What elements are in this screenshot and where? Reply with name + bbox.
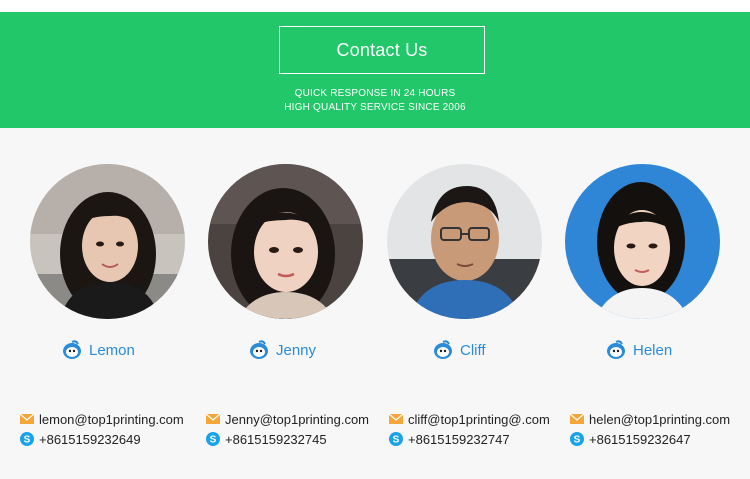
contact-us-button[interactable]: Contact Us [279, 26, 485, 74]
avatar-helen [565, 164, 720, 319]
skype-icon: S [20, 432, 34, 446]
contact-name-label: Lemon [89, 341, 135, 359]
qq-penguin-icon [63, 340, 81, 359]
skype-number[interactable]: +8615159232745 [225, 432, 327, 447]
svg-text:S: S [574, 435, 581, 446]
email-line[interactable]: Jenny@top1printing.com [205, 409, 369, 429]
avatar-lemon [30, 164, 185, 319]
contact-name-label: Helen [633, 341, 673, 359]
qq-penguin-icon [607, 340, 625, 359]
contact-name-label: Jenny [276, 341, 317, 359]
avatar-jenny [208, 164, 363, 319]
skype-icon: S [206, 432, 220, 446]
email-text[interactable]: Jenny@top1printing.com [225, 412, 369, 427]
contact-info-jenny: Jenny@top1printing.com S +8615159232745 [205, 409, 369, 449]
skype-line[interactable]: S +8615159232745 [205, 429, 369, 449]
svg-text:S: S [210, 435, 217, 446]
contact-name-jenny[interactable]: Jenny [248, 338, 316, 362]
contact-name-label: Cliff [460, 341, 486, 359]
contact-info-cliff: cliff@top1printing@.com S +8615159232747 [388, 409, 550, 449]
contacts-area: Lemon Jenny Cliff Helen lemon@top1printi… [0, 128, 750, 479]
contact-info-helen: helen@top1printing.com S +8615159232647 [569, 409, 730, 449]
skype-line[interactable]: S +8615159232747 [388, 429, 550, 449]
skype-number[interactable]: +8615159232647 [589, 432, 691, 447]
avatar-cliff [387, 164, 542, 319]
skype-line[interactable]: S +8615159232649 [19, 429, 184, 449]
tagline-service: HIGH QUALITY SERVICE SINCE 2006 [284, 102, 466, 113]
svg-text:S: S [24, 435, 31, 446]
contact-name-lemon[interactable]: Lemon [61, 338, 135, 362]
email-line[interactable]: lemon@top1printing.com [19, 409, 184, 429]
envelope-icon [569, 413, 585, 424]
tagline-response: QUICK RESPONSE IN 24 HOURS [294, 88, 456, 99]
email-line[interactable]: helen@top1printing.com [569, 409, 730, 429]
contact-name-cliff[interactable]: Cliff [432, 338, 486, 362]
envelope-icon [19, 413, 35, 424]
email-text[interactable]: cliff@top1printing@.com [408, 412, 550, 427]
email-line[interactable]: cliff@top1printing@.com [388, 409, 550, 429]
envelope-icon [388, 413, 404, 424]
skype-line[interactable]: S +8615159232647 [569, 429, 730, 449]
email-text[interactable]: lemon@top1printing.com [39, 412, 184, 427]
contact-name-helen[interactable]: Helen [605, 338, 672, 362]
svg-text:S: S [393, 435, 400, 446]
contact-section: Contact Us QUICK RESPONSE IN 24 HOURS HI… [0, 0, 750, 479]
email-text[interactable]: helen@top1printing.com [589, 412, 730, 427]
skype-number[interactable]: +8615159232747 [408, 432, 510, 447]
contact-info-lemon: lemon@top1printing.com S +8615159232649 [19, 409, 184, 449]
skype-number[interactable]: +8615159232649 [39, 432, 141, 447]
envelope-icon [205, 413, 221, 424]
header-banner: Contact Us QUICK RESPONSE IN 24 HOURS HI… [0, 12, 750, 128]
skype-icon: S [570, 432, 584, 446]
qq-penguin-icon [434, 340, 452, 359]
skype-icon: S [389, 432, 403, 446]
qq-penguin-icon [250, 340, 268, 359]
